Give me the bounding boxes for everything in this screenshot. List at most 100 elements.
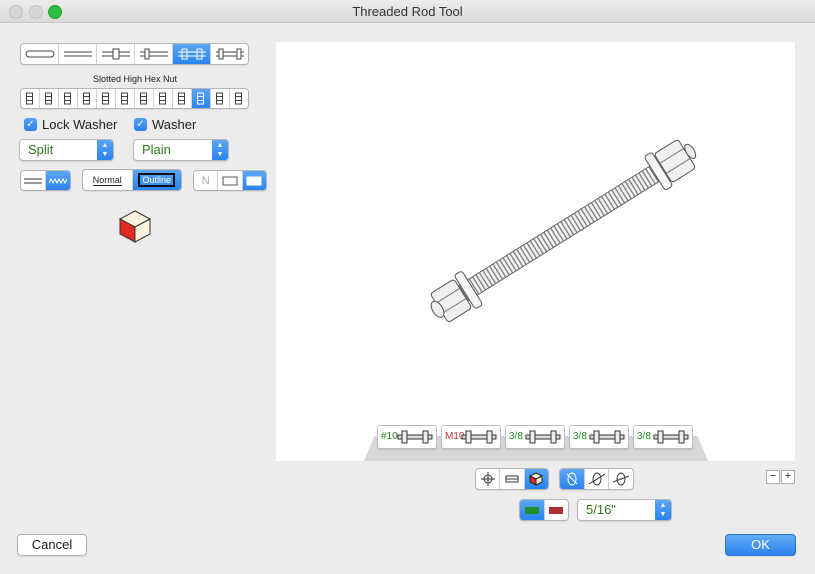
washer-label: Washer [152, 117, 197, 132]
view-mode-selector: N [193, 170, 267, 191]
zoom-out-button[interactable]: − [766, 470, 780, 484]
outline-line-option[interactable]: Outline [132, 170, 181, 190]
nut-type-option[interactable] [135, 89, 154, 108]
zigzag-thread-icon [49, 177, 67, 184]
nut-type-option[interactable] [78, 89, 97, 108]
lock-washer-checkbox[interactable]: ✓ Lock Washer [24, 117, 117, 132]
nut-type-option[interactable] [40, 89, 59, 108]
lock-washer-type-value: Split [28, 142, 54, 157]
rod-plain-icon [25, 50, 54, 58]
zoom-in-button[interactable]: + [781, 470, 795, 484]
lock-washer-label: Lock Washer [42, 117, 118, 132]
line-style-selector: Normal Outline [82, 169, 182, 191]
red-color-option[interactable] [545, 500, 569, 520]
rod-nut-both-icon [101, 48, 130, 60]
nut-type-option[interactable] [230, 89, 248, 108]
rod-double-line-option[interactable] [59, 44, 97, 64]
cube-icon[interactable] [118, 209, 152, 243]
rod-double-line-icon [63, 51, 92, 57]
check-icon: ✓ [24, 118, 37, 131]
cube-icon [529, 472, 544, 486]
nut-type-selector [20, 88, 249, 109]
library-thumbnail[interactable]: #10 [377, 425, 437, 449]
rod-thumbnail-icon [397, 430, 433, 444]
rod-style-selector [20, 43, 249, 65]
nut-type-option[interactable] [192, 89, 211, 108]
rod-hex-nuts-icon [177, 48, 206, 60]
nut-icon [121, 92, 128, 105]
nut-icon [26, 92, 33, 105]
color-selector [519, 499, 569, 521]
rod-one-end-option[interactable] [135, 44, 173, 64]
nut-icon [178, 92, 185, 105]
library-thumbnail[interactable]: 3/8 [505, 425, 565, 449]
crosshair-icon [480, 472, 495, 486]
tilt-right-option[interactable] [609, 469, 633, 489]
outline-label: Outline [138, 173, 176, 187]
thread-plain-option[interactable] [21, 171, 46, 190]
green-color-option[interactable] [520, 500, 545, 520]
chevron-updown-icon: ▲ ▼ [655, 500, 671, 520]
nut-icon [140, 92, 147, 105]
rod-thumbnail-icon [525, 430, 561, 444]
nut-type-option[interactable] [211, 89, 230, 108]
window-title: Threaded Rod Tool [352, 4, 463, 19]
rectangle-icon [222, 176, 238, 185]
nut-icon [83, 92, 90, 105]
size-popup[interactable]: 5/16" ▲ ▼ [577, 499, 672, 521]
normal-line-option[interactable]: Normal [83, 170, 133, 190]
iso-option[interactable] [560, 469, 585, 489]
dimension-icon [505, 475, 519, 483]
cancel-button[interactable]: Cancel [17, 534, 87, 556]
library-thumbnail[interactable]: 3/8 [633, 425, 693, 449]
lock-washer-type-popup[interactable]: Split ▲ ▼ [19, 139, 114, 161]
filled-rectangle-icon [246, 176, 262, 185]
view-filled-rect-option[interactable] [242, 171, 266, 190]
view-tools-selector [475, 468, 549, 490]
rod-hex-nuts-option[interactable] [173, 44, 211, 64]
nut-icon [102, 92, 109, 105]
washer-type-value: Plain [142, 142, 171, 157]
view-rect-option[interactable] [218, 171, 243, 190]
rod-plain-option[interactable] [21, 44, 59, 64]
title-bar: Threaded Rod Tool [0, 0, 815, 23]
preview-canvas [276, 42, 795, 461]
rod-nut-both-option[interactable] [97, 44, 135, 64]
library-thumbnail[interactable]: 3/8 [569, 425, 629, 449]
rod-flange-option[interactable] [211, 44, 248, 64]
view-n-option[interactable]: N [194, 171, 219, 190]
thumbnail-size-label: 3/8 [573, 431, 587, 442]
nut-type-option[interactable] [59, 89, 78, 108]
nut-type-option[interactable] [97, 89, 116, 108]
projection-selector [559, 468, 634, 490]
tilt-left-option[interactable] [585, 469, 610, 489]
nut-type-option[interactable] [173, 89, 192, 108]
nut-icon [45, 92, 52, 105]
thumbnail-size-label: 3/8 [509, 431, 523, 442]
nut-type-option[interactable] [154, 89, 173, 108]
thread-zigzag-option[interactable] [46, 171, 70, 190]
nut-icon [216, 92, 223, 105]
washer-checkbox[interactable]: ✓ Washer [134, 117, 196, 132]
rod-thumbnail-icon [589, 430, 625, 444]
dimension-option[interactable] [500, 469, 525, 489]
library-thumbnail[interactable]: M10 [441, 425, 501, 449]
thread-style-selector [20, 170, 71, 191]
crosshair-option[interactable] [476, 469, 501, 489]
rod-one-end-icon [139, 48, 168, 60]
green-swatch [524, 506, 539, 514]
rod-thumbnail-icon [461, 430, 497, 444]
chevron-updown-icon: ▲ ▼ [212, 140, 228, 160]
threaded-rod-preview [430, 139, 697, 323]
3d-view-option[interactable] [524, 469, 548, 489]
washer-type-popup[interactable]: Plain ▲ ▼ [133, 139, 229, 161]
nut-type-option[interactable] [116, 89, 135, 108]
tilt-left-icon [588, 472, 605, 486]
ok-button[interactable]: OK [725, 534, 796, 556]
nut-type-option[interactable] [21, 89, 40, 108]
iso-cylinder-icon [566, 472, 578, 486]
rod-thumbnail-icon [653, 430, 689, 444]
nut-icon [235, 92, 242, 105]
thumbnail-size-label: 3/8 [637, 431, 651, 442]
nut-icon [197, 92, 204, 105]
